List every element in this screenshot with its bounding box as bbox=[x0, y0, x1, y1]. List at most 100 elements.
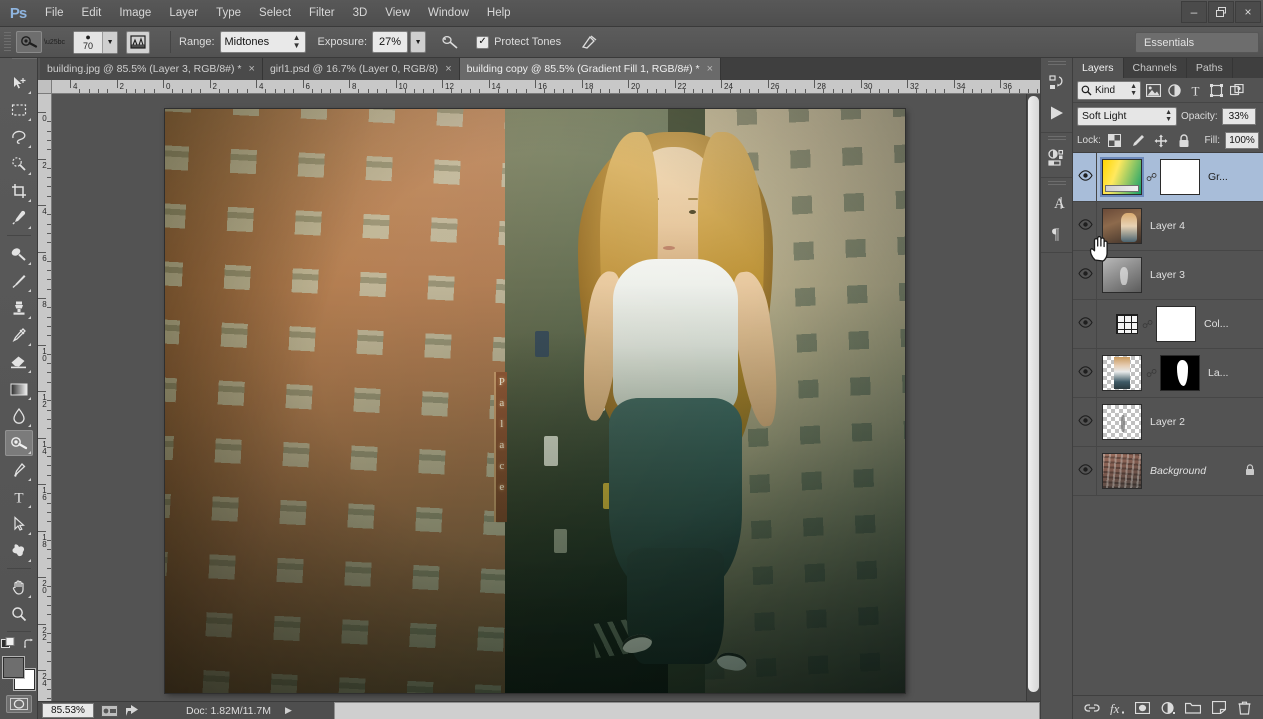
share-icon[interactable] bbox=[125, 704, 140, 717]
gradient-tool[interactable] bbox=[5, 376, 33, 402]
type-tool[interactable]: T bbox=[5, 484, 33, 510]
lock-image-pixels-icon[interactable] bbox=[1129, 131, 1147, 150]
canvas-vertical-scrollbar[interactable] bbox=[1026, 94, 1040, 705]
layer-row[interactable]: ☍Col... bbox=[1073, 300, 1263, 349]
horizontal-ruler[interactable]: 42024681012141618202224262830323436 bbox=[52, 80, 1040, 94]
brush-caret-icon[interactable]: ▼ bbox=[102, 32, 117, 53]
blend-mode-select[interactable]: Soft Light ▲▼ bbox=[1077, 107, 1177, 126]
document-tab[interactable]: building copy @ 85.5% (Gradient Fill 1, … bbox=[460, 58, 721, 80]
eyedropper-tool[interactable] bbox=[5, 205, 33, 231]
opacity-input[interactable]: 33% bbox=[1222, 108, 1256, 125]
spot-healing-brush-tool[interactable] bbox=[5, 241, 33, 267]
blur-tool[interactable] bbox=[5, 403, 33, 429]
layer-mask-thumbnail[interactable] bbox=[1160, 159, 1200, 195]
path-selection-tool[interactable] bbox=[5, 511, 33, 537]
dock-grip[interactable] bbox=[1048, 181, 1066, 187]
layer-visibility-toggle[interactable] bbox=[1075, 153, 1097, 201]
image-canvas[interactable]: Palace bbox=[165, 109, 905, 693]
character-panel-icon[interactable]: A bbox=[1043, 189, 1071, 217]
lock-all-icon[interactable] bbox=[1175, 131, 1193, 150]
zoom-tool[interactable] bbox=[5, 601, 33, 627]
panel-tab-channels[interactable]: Channels bbox=[1124, 58, 1187, 78]
menu-item-layer[interactable]: Layer bbox=[160, 0, 207, 27]
tablet-pressure-icon[interactable] bbox=[578, 31, 602, 54]
layer-thumbnail[interactable] bbox=[1102, 355, 1142, 391]
link-layers-icon[interactable] bbox=[1082, 698, 1102, 718]
panel-tab-paths[interactable]: Paths bbox=[1187, 58, 1233, 78]
lock-position-icon[interactable] bbox=[1152, 131, 1170, 150]
crop-tool[interactable] bbox=[5, 178, 33, 204]
protect-tones-checkbox[interactable]: ✓ Protect Tones bbox=[476, 36, 566, 49]
layer-row[interactable]: ☍La... bbox=[1073, 349, 1263, 398]
minimize-button[interactable]: – bbox=[1181, 1, 1207, 23]
menu-item-select[interactable]: Select bbox=[250, 0, 300, 27]
vertical-scroll-thumb[interactable] bbox=[1028, 96, 1039, 692]
tool-preset-caret[interactable]: \u25bc bbox=[44, 39, 65, 46]
type-layer-filter-icon[interactable]: T bbox=[1186, 81, 1204, 100]
paragraph-panel-icon[interactable]: ¶ bbox=[1043, 219, 1071, 247]
menu-item-type[interactable]: Type bbox=[207, 0, 250, 27]
layer-row[interactable]: Layer 2 bbox=[1073, 398, 1263, 447]
link-mask-icon[interactable]: ☍ bbox=[1146, 171, 1156, 184]
menu-item-image[interactable]: Image bbox=[110, 0, 160, 27]
brush-panel-icon[interactable] bbox=[126, 31, 150, 54]
pixel-layer-filter-icon[interactable] bbox=[1144, 81, 1162, 100]
layer-visibility-toggle[interactable] bbox=[1075, 447, 1097, 495]
new-layer-icon[interactable] bbox=[1209, 698, 1229, 718]
menu-item-file[interactable]: File bbox=[36, 0, 73, 27]
marquee-tool[interactable] bbox=[5, 97, 33, 123]
layer-thumbnail[interactable] bbox=[1102, 404, 1142, 440]
adjustment-layer-filter-icon[interactable] bbox=[1165, 81, 1183, 100]
layer-visibility-toggle[interactable] bbox=[1075, 300, 1097, 348]
zoom-level-input[interactable]: 85.53% bbox=[42, 703, 94, 718]
panel-tab-layers[interactable]: Layers bbox=[1073, 58, 1124, 78]
layer-mask-thumbnail[interactable] bbox=[1156, 306, 1196, 342]
fill-input[interactable]: 100% bbox=[1225, 132, 1259, 149]
close-button[interactable]: × bbox=[1235, 1, 1261, 23]
swap-colors-icon[interactable] bbox=[23, 638, 36, 651]
preview-toggle-icon[interactable] bbox=[101, 705, 118, 717]
eraser-tool[interactable] bbox=[5, 349, 33, 375]
brush-size-picker[interactable]: ● 70 ▼ bbox=[73, 31, 118, 54]
delete-layer-icon[interactable] bbox=[1234, 698, 1254, 718]
quick-selection-tool[interactable] bbox=[5, 151, 33, 177]
layer-row[interactable]: ☍Gr... bbox=[1073, 153, 1263, 202]
smart-object-filter-icon[interactable] bbox=[1228, 81, 1246, 100]
clone-stamp-tool[interactable] bbox=[5, 295, 33, 321]
layer-thumbnail[interactable] bbox=[1116, 314, 1138, 334]
menu-item-help[interactable]: Help bbox=[478, 0, 520, 27]
adjustments-panel-icon[interactable] bbox=[1043, 144, 1071, 172]
lasso-tool[interactable] bbox=[5, 124, 33, 150]
range-select[interactable]: Midtones ▲▼ bbox=[220, 31, 306, 53]
link-mask-icon[interactable]: ☍ bbox=[1146, 367, 1156, 380]
exposure-caret-icon[interactable]: ▼ bbox=[410, 31, 426, 53]
close-tab-icon[interactable]: × bbox=[445, 63, 451, 75]
canvas-area[interactable]: Palace bbox=[52, 94, 1040, 705]
options-bar-grip[interactable] bbox=[4, 32, 11, 52]
layer-visibility-toggle[interactable] bbox=[1075, 398, 1097, 446]
dodge-tool[interactable] bbox=[5, 430, 33, 456]
menu-item-filter[interactable]: Filter bbox=[300, 0, 344, 27]
layer-style-fx-icon[interactable]: fx bbox=[1107, 698, 1127, 718]
layer-mask-thumbnail[interactable] bbox=[1160, 355, 1200, 391]
foreground-color-swatch[interactable] bbox=[3, 657, 24, 678]
menu-item-3d[interactable]: 3D bbox=[344, 0, 377, 27]
history-panel-icon[interactable] bbox=[1043, 69, 1071, 97]
airbrush-pressure-icon[interactable] bbox=[438, 31, 462, 54]
pen-tool[interactable] bbox=[5, 457, 33, 483]
workspace-switcher[interactable]: Essentials bbox=[1135, 32, 1259, 53]
new-group-icon[interactable] bbox=[1183, 698, 1203, 718]
canvas-horizontal-scrollbar[interactable] bbox=[334, 702, 1040, 719]
menu-item-edit[interactable]: Edit bbox=[73, 0, 111, 27]
layer-thumbnail[interactable] bbox=[1102, 159, 1142, 195]
color-swatches[interactable] bbox=[2, 657, 36, 691]
dock-grip[interactable] bbox=[1048, 61, 1066, 67]
document-tab[interactable]: building.jpg @ 85.5% (Layer 3, RGB/8#) *… bbox=[40, 58, 263, 80]
tools-panel-grip[interactable] bbox=[0, 58, 37, 68]
brush-tool[interactable] bbox=[5, 268, 33, 294]
exposure-input[interactable]: 27% bbox=[372, 31, 408, 53]
layer-thumbnail[interactable] bbox=[1102, 453, 1142, 489]
status-menu-arrow[interactable]: ▶ bbox=[285, 705, 292, 716]
vertical-ruler[interactable]: 024681012141618202224 bbox=[38, 94, 52, 705]
history-brush-tool[interactable] bbox=[5, 322, 33, 348]
